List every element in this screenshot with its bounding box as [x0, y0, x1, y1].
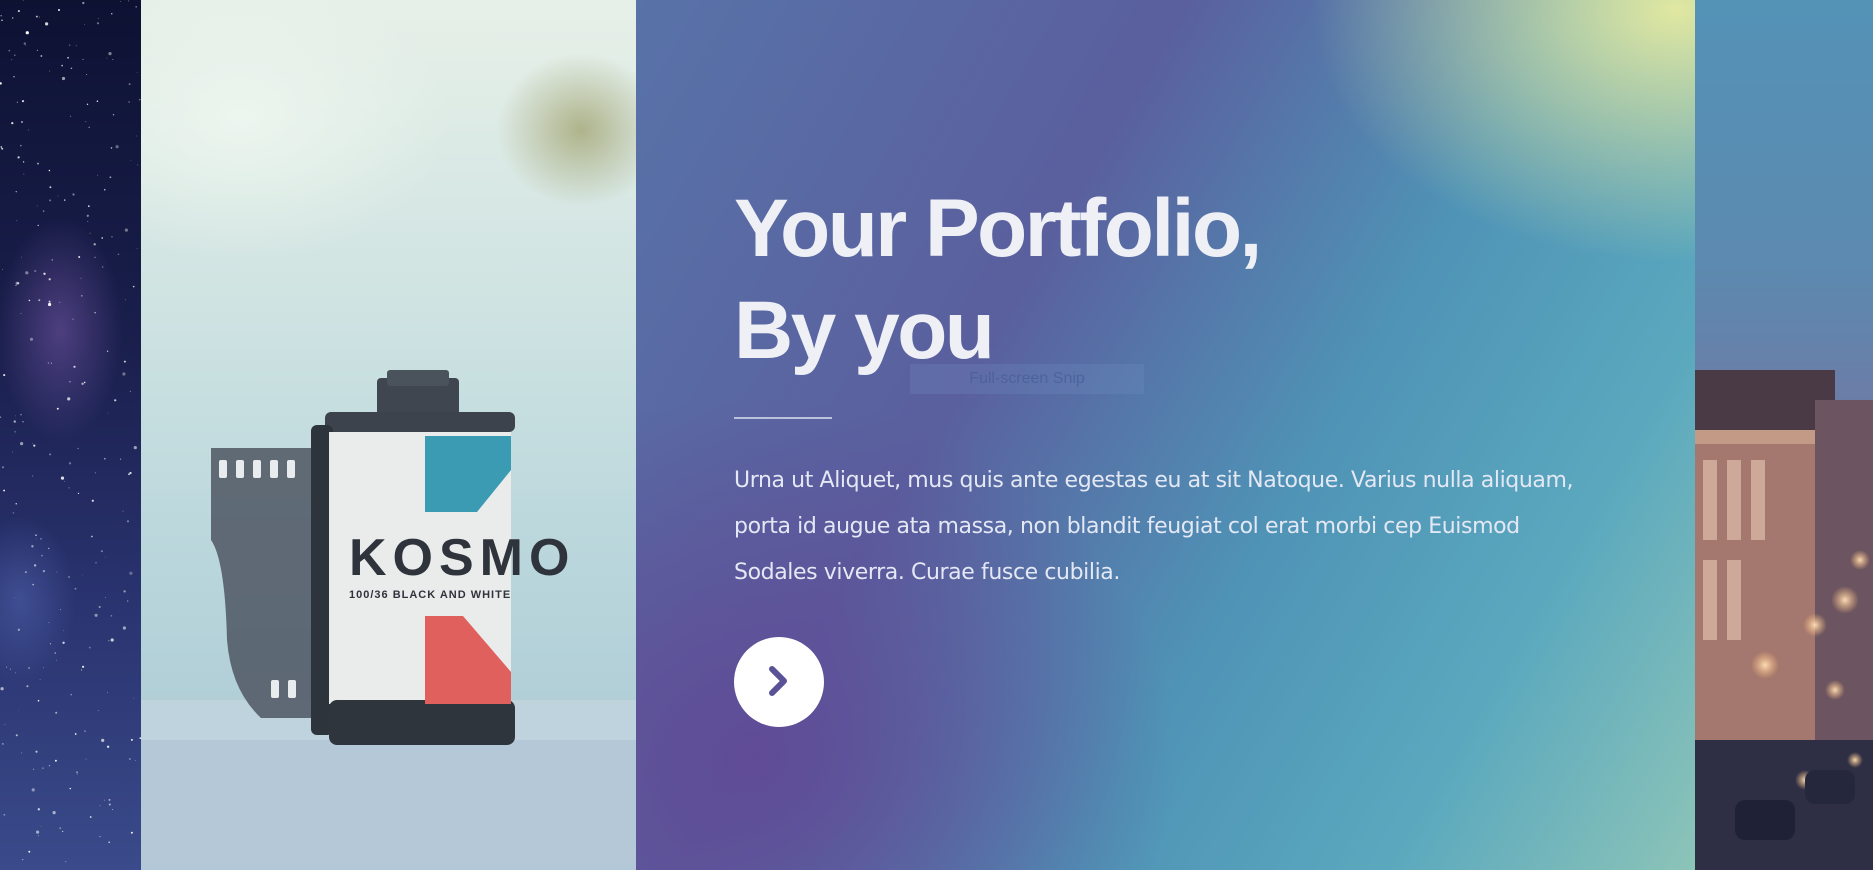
hero-description: Urna ut Aliquet, mus quis ante egestas e…: [734, 468, 1574, 585]
next-button[interactable]: [734, 637, 824, 727]
title-divider: [734, 417, 832, 419]
chevron-right-icon: [765, 664, 793, 701]
snip-overlay-label: Full-screen Snip: [910, 364, 1144, 394]
film-subtitle-label: 100/36 BLACK AND WHITE: [349, 589, 511, 601]
hero-title: Your Portfolio, By you: [734, 178, 1262, 382]
starry-sky-image: [0, 0, 141, 870]
film-canister-image: KOSMO 100/36 BLACK AND WHITE: [141, 0, 636, 870]
city-street-image: [1695, 0, 1873, 870]
hero-title-line-1: Your Portfolio,: [734, 183, 1262, 274]
hero-panel: Your Portfolio, By you Full-screen Snip …: [636, 0, 1695, 870]
film-brand-label: KOSMO: [349, 529, 575, 587]
